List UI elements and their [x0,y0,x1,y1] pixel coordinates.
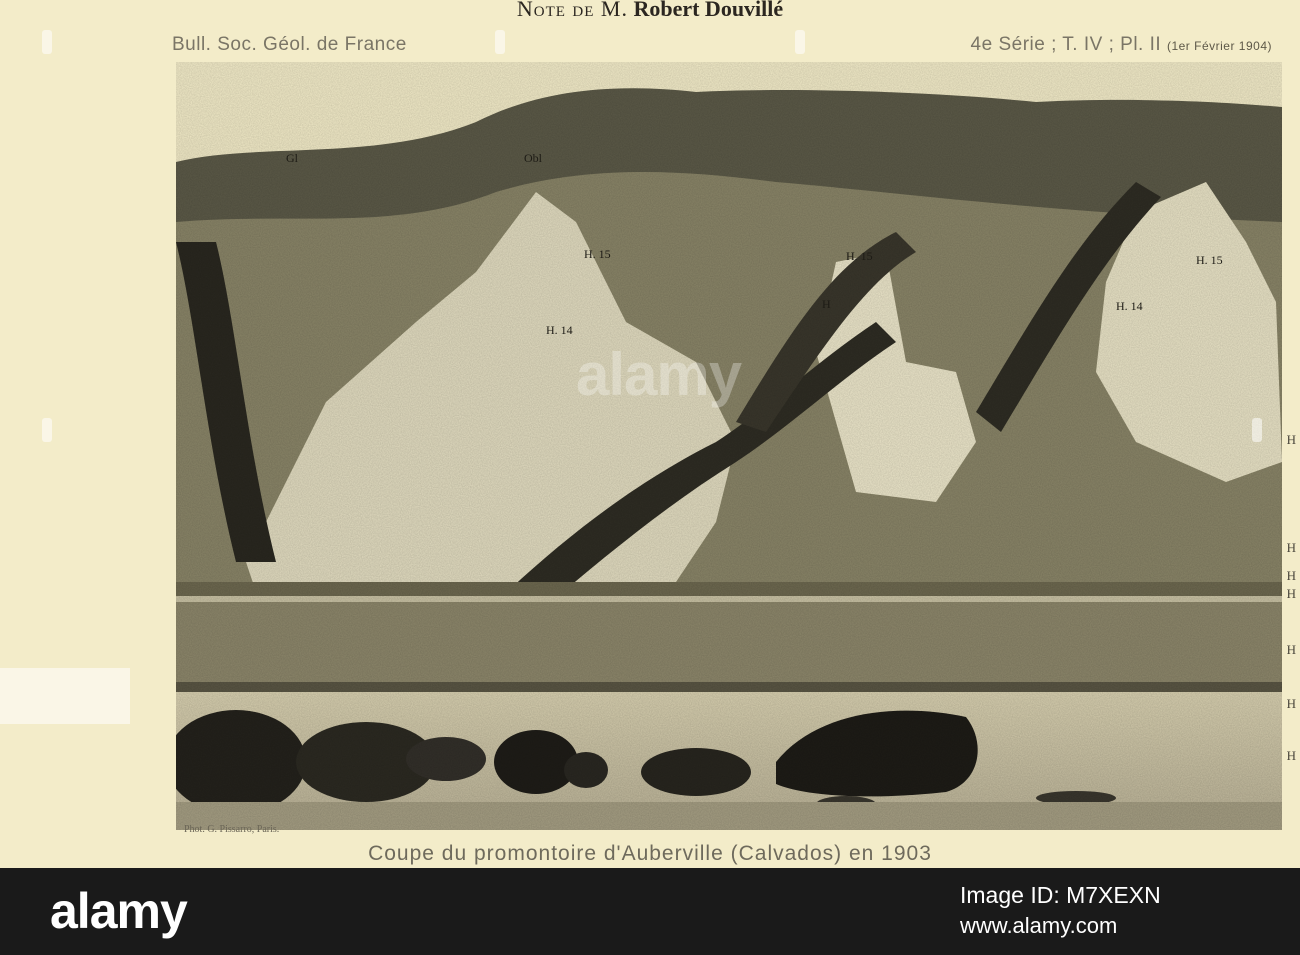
margin-label: H [1286,540,1296,555]
layer-label: H. 15 [584,247,611,261]
margin-label: H [1286,696,1296,711]
series-info: 4e Série ; T. IV ; Pl. II (1er Février 1… [971,34,1272,56]
watermark-mark [1252,418,1262,442]
alamy-logo[interactable]: alamy [50,882,188,940]
margin-label: H [1286,748,1296,763]
plate-caption: Coupe du promontoire d'Auberville (Calva… [368,842,932,865]
watermark-mark [795,30,805,54]
margin-label: H [1286,586,1296,601]
note-title: Note de M. Robert Douvillé [0,0,1300,22]
layer-label: Obl [524,151,543,165]
layer-label: H. 15 [1196,253,1223,267]
author-name: Robert Douvillé [633,0,784,21]
watermark-text: alamy [576,341,742,408]
watermark-mark [42,30,52,54]
watermark-mark [495,30,505,54]
image-id: Image ID: M7XEXN [960,882,1161,908]
stock-footer-bar: alamy Image ID: M7XEXN www.alamy.com [0,868,1300,955]
photo-credit: Phot. G. Pissarro, Paris. [184,824,280,835]
layer-label: H [822,297,831,311]
bulletin-name: Bull. Soc. Géol. de France [172,34,407,55]
margin-label: H [1286,642,1296,657]
stock-url[interactable]: www.alamy.com [960,913,1117,939]
plate-page: Note de M. Robert Douvillé Bull. Soc. Gé… [0,0,1300,868]
margin-label: H [1286,568,1296,583]
margin-label: H [1286,432,1296,447]
plate-date: (1er Février 1904) [1166,39,1272,53]
layer-label: H. 15 [846,249,873,263]
layer-label: Gl [286,151,299,165]
layer-label: H. 14 [546,323,573,337]
watermark-mark [42,418,52,442]
layer-label: H. 14 [1116,299,1143,313]
watermark-block [0,668,130,724]
cliff-photograph: Gl Obl H. 15 H. 14 H. 15 H H. 14 H. 15 [176,62,1282,830]
note-prefix: Note de M. [516,0,628,21]
series-volume: 4e Série ; T. IV ; Pl. II [970,34,1162,55]
